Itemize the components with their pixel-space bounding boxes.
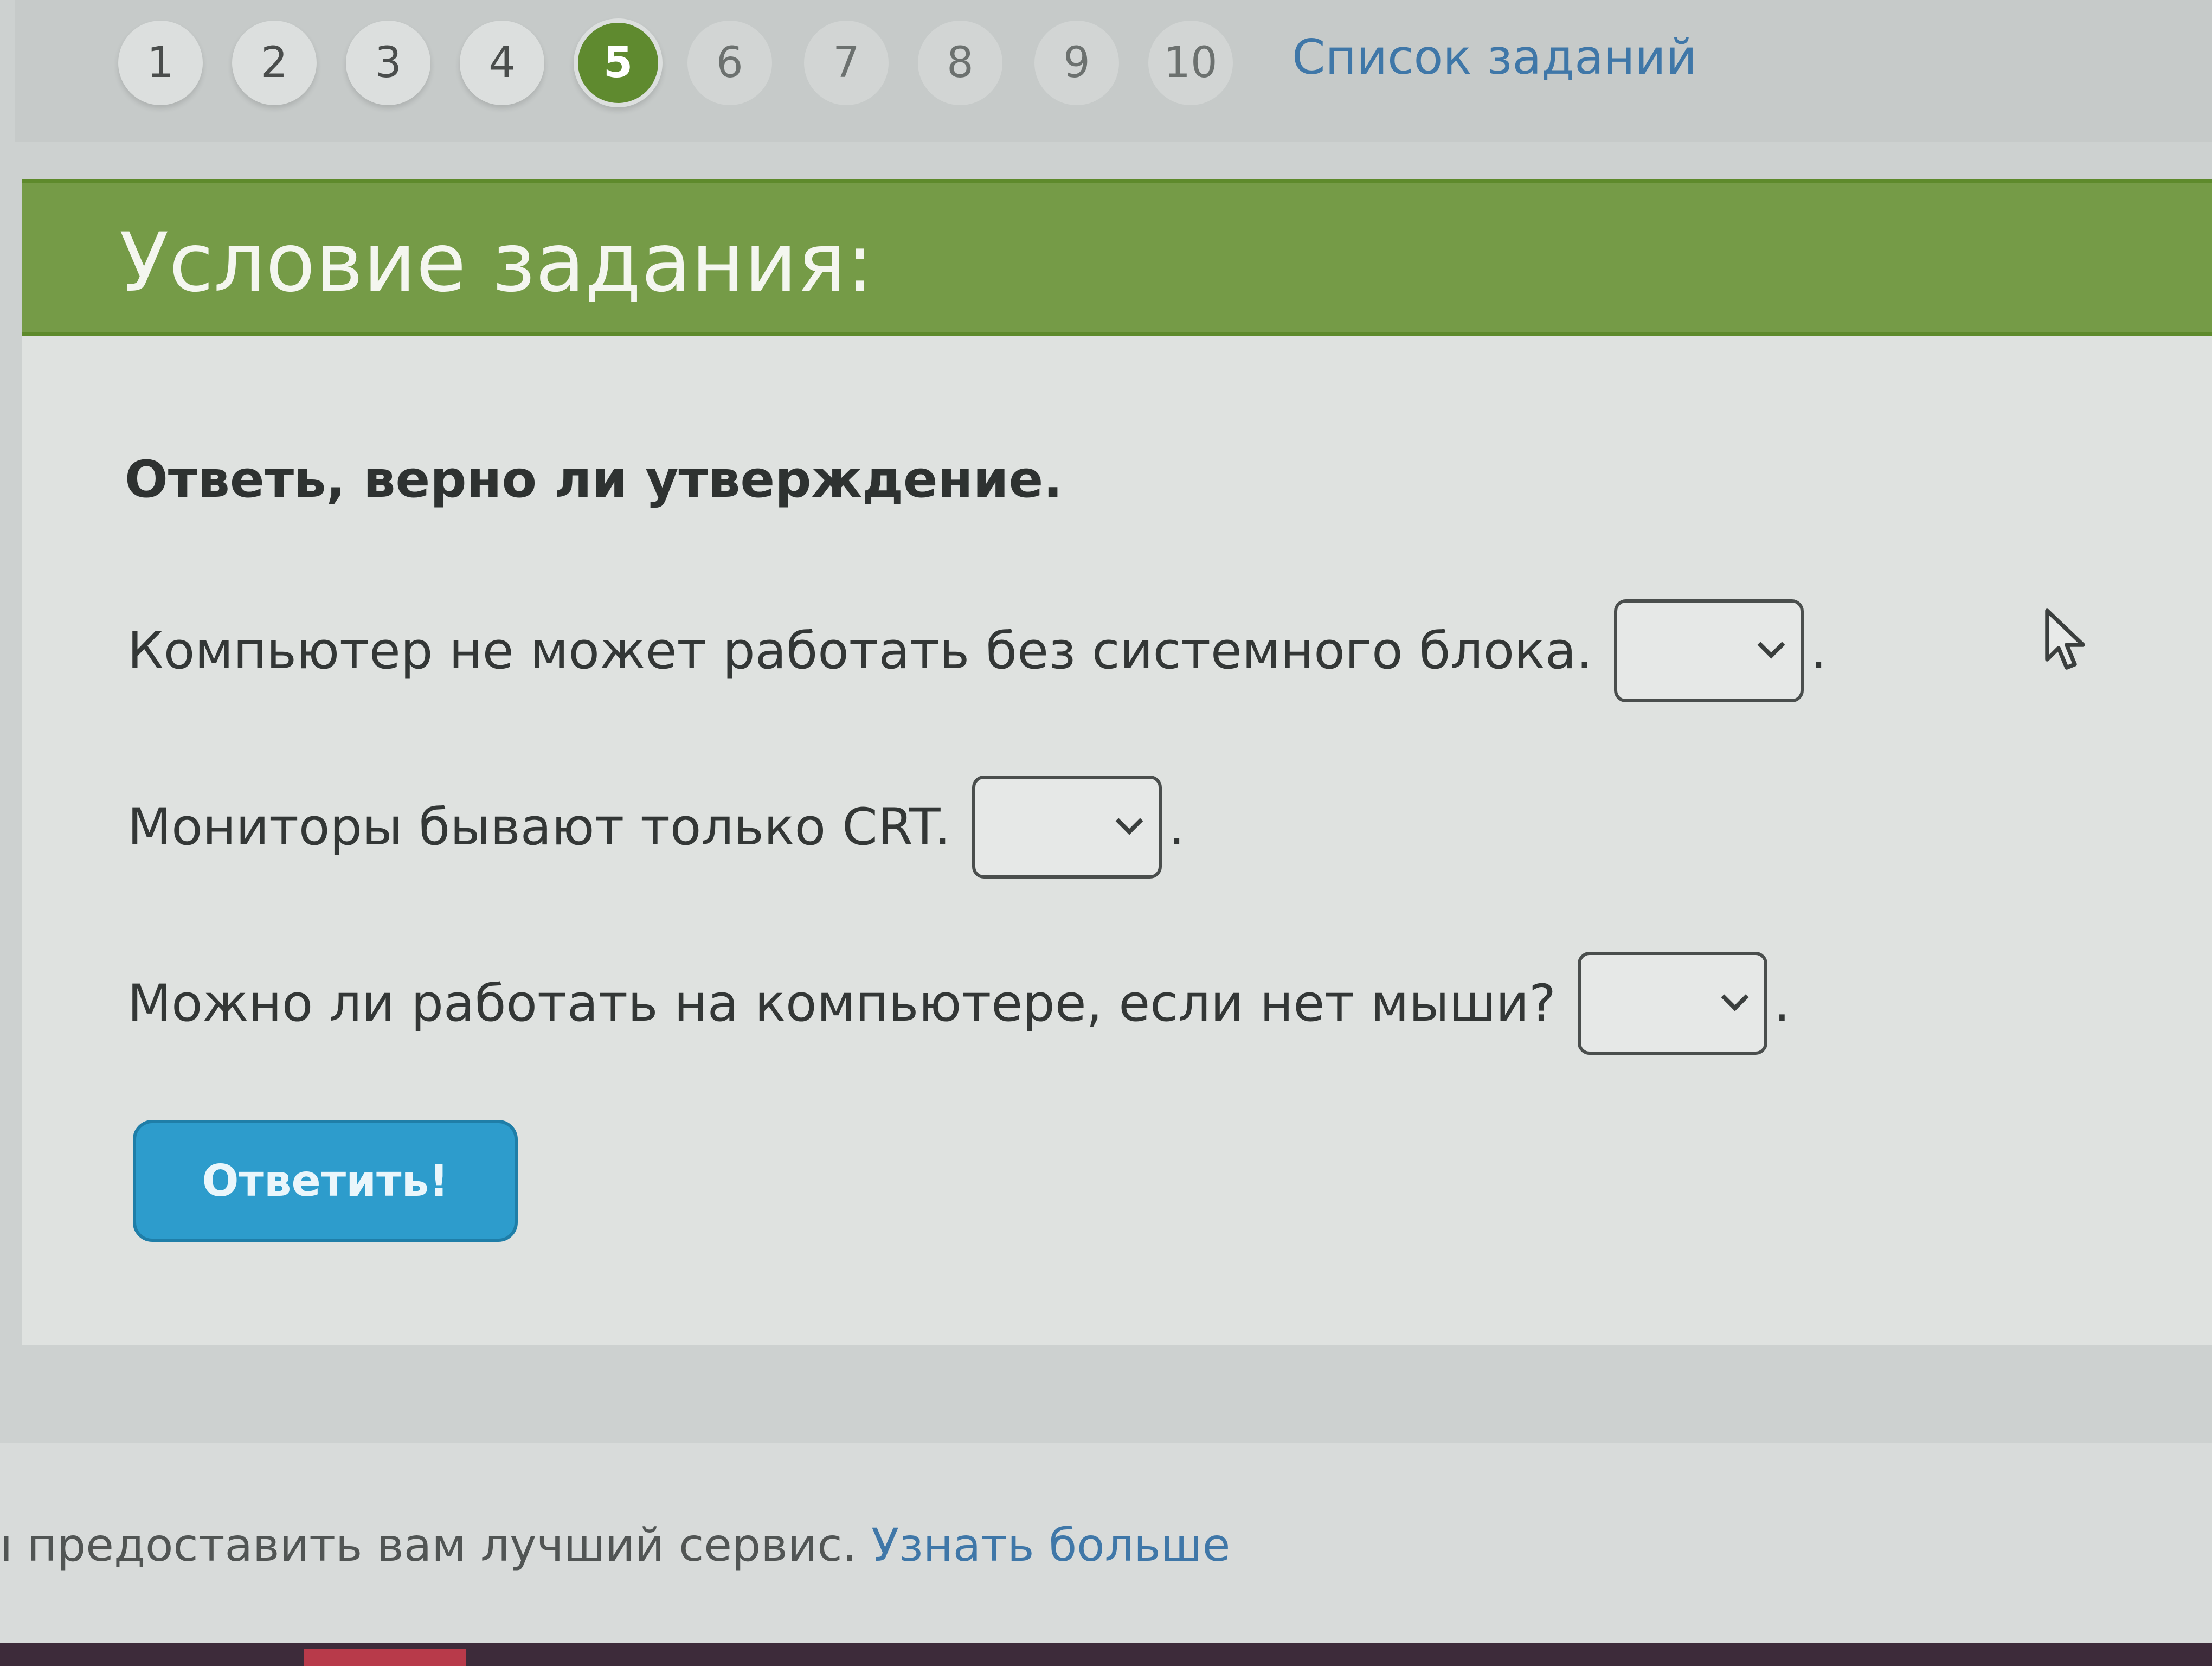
submit-answer-button[interactable]: Ответить!	[133, 1120, 518, 1242]
cookie-notice: ı предоставить вам лучший сервис. Узнать…	[0, 1518, 1230, 1572]
chevron-down-icon	[1721, 983, 1749, 1011]
answer-select-3[interactable]	[1577, 952, 1767, 1055]
answer-select-2[interactable]	[972, 776, 1162, 879]
mouse-pointer-icon	[2045, 608, 2085, 670]
page-button-5-current[interactable]: 5	[574, 18, 663, 107]
page-button-3[interactable]: 3	[346, 21, 430, 105]
task-card: Условие задания: Ответь, верно ли утверж…	[22, 179, 2212, 1345]
task-instruction: Ответь, верно ли утверждение.	[125, 450, 1063, 509]
chevron-down-icon	[1757, 631, 1785, 659]
page-button-7[interactable]: 7	[804, 21, 889, 105]
question-suffix-3: .	[1773, 973, 1790, 1033]
task-pagination: 1 2 3 4 5 6 7 8 9 10 Список заданий	[15, 0, 2212, 142]
page-button-9[interactable]: 9	[1034, 21, 1119, 105]
chevron-down-icon	[1115, 807, 1143, 835]
page-button-2[interactable]: 2	[232, 21, 317, 105]
question-suffix-1: .	[1810, 621, 1827, 681]
answer-select-1[interactable]	[1614, 599, 1804, 702]
question-text-1: Компьютер не может работать без системно…	[127, 621, 1593, 681]
taskbar-accent	[304, 1649, 466, 1666]
page-button-8[interactable]: 8	[918, 21, 1002, 105]
page-button-1[interactable]: 1	[118, 21, 203, 105]
page-button-10[interactable]: 10	[1148, 21, 1233, 105]
page-button-6[interactable]: 6	[687, 21, 772, 105]
task-list-link[interactable]: Список заданий	[1292, 29, 1697, 85]
question-suffix-2: .	[1168, 797, 1185, 857]
question-text-2: Мониторы бывают только CRT.	[127, 797, 951, 857]
task-title: Условие задания:	[119, 216, 874, 310]
question-row-2: Мониторы бывают только CRT. .	[127, 776, 1185, 879]
page-button-4[interactable]: 4	[460, 21, 544, 105]
question-row-1: Компьютер не может работать без системно…	[127, 599, 1827, 702]
task-card-header: Условие задания:	[22, 179, 2212, 336]
cookie-notice-text: ı предоставить вам лучший сервис.	[0, 1518, 871, 1572]
question-text-3: Можно ли работать на компьютере, если не…	[127, 973, 1556, 1033]
learn-more-link[interactable]: Узнать больше	[871, 1518, 1230, 1572]
question-row-3: Можно ли работать на компьютере, если не…	[127, 952, 1790, 1055]
page: 1 2 3 4 5 6 7 8 9 10 Список заданий Усло…	[0, 0, 2212, 1666]
